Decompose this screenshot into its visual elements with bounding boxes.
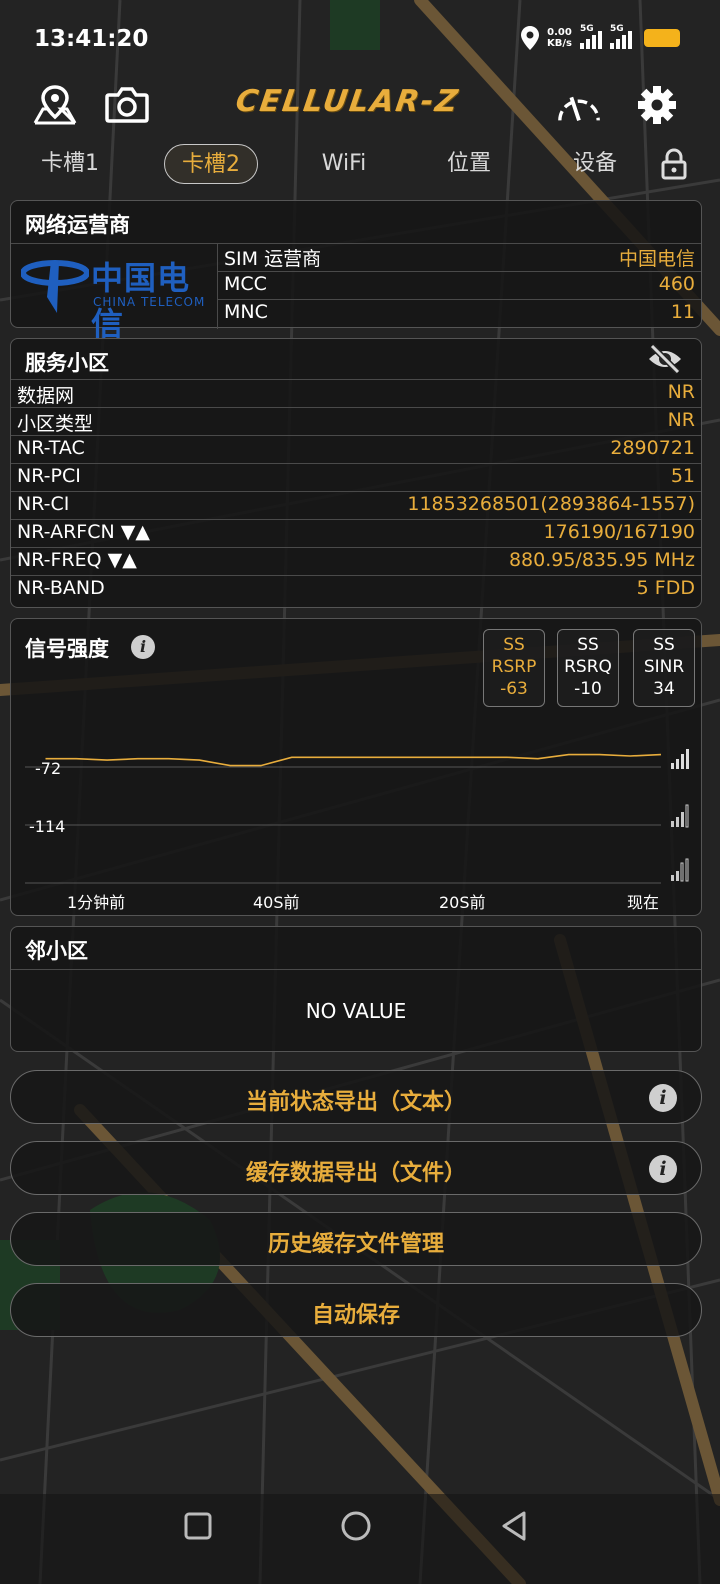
cell-row-nr-tac: NR-TAC 2890721 bbox=[11, 435, 701, 462]
serving-cell-title: 服务小区 bbox=[25, 351, 109, 375]
export-status-text-button[interactable]: 当前状态导出（文本） i bbox=[10, 1070, 702, 1124]
operator-row-mnc: MNC 11 bbox=[218, 299, 701, 326]
status-icons: 0.00 KB/s 5G 5G bbox=[521, 24, 680, 50]
signal-level-high-icon bbox=[671, 749, 689, 769]
auto-save-button[interactable]: 自动保存 bbox=[10, 1283, 702, 1337]
signal-card: 信号强度 i SS RSRP -63 SS RSRQ -10 SS SINR 3… bbox=[10, 618, 702, 916]
x-tick-label: 现在 bbox=[627, 893, 660, 912]
tab-sim1[interactable]: 卡槽1 bbox=[24, 144, 116, 184]
status-bar: 13:41:20 0.00 KB/s 5G 5G bbox=[0, 0, 720, 80]
operator-title: 网络运营商 bbox=[25, 213, 130, 237]
operator-card: 网络运营商 中国电信 CHINA TELECOM SIM 运营商 中国电信 MC… bbox=[10, 200, 702, 343]
x-tick-label: 40S前 bbox=[253, 893, 300, 912]
home-icon[interactable] bbox=[340, 1510, 372, 1542]
battery-icon bbox=[644, 29, 680, 47]
cell-row-nr-band: NR-BAND 5 FDD bbox=[11, 575, 701, 602]
tab-bar: 卡槽1 卡槽2 WiFi 位置 设备 bbox=[0, 138, 720, 188]
signal-level-icons bbox=[671, 749, 689, 882]
speedometer-icon[interactable] bbox=[556, 82, 602, 128]
neighbor-empty-text: NO VALUE bbox=[305, 999, 407, 1023]
x-tick-label: 1分钟前 bbox=[67, 893, 126, 912]
signal-chart bbox=[25, 749, 689, 884]
signal-level-mid-icon bbox=[671, 804, 689, 828]
operator-row-mcc: MCC 460 bbox=[218, 271, 701, 298]
y-tick-label: -114 bbox=[29, 817, 66, 836]
cell-row-cell-type: 小区类型 NR bbox=[11, 407, 701, 435]
export-status-info-icon[interactable]: i bbox=[649, 1084, 677, 1112]
export-cache-file-button[interactable]: 缓存数据导出（文件） i bbox=[10, 1141, 702, 1195]
cell-row-nr-arfcn[interactable]: NR-ARFCN ▼▲ 176190/167190 bbox=[11, 519, 701, 546]
lock-icon[interactable] bbox=[660, 148, 688, 180]
map-location-icon[interactable] bbox=[32, 82, 78, 128]
recent-apps-icon[interactable] bbox=[184, 1512, 212, 1540]
camera-icon[interactable] bbox=[104, 82, 150, 128]
cell-row-data-network: 数据网 NR bbox=[11, 379, 701, 407]
location-pin-icon bbox=[521, 26, 540, 50]
net-speed: 0.00 KB/s bbox=[547, 27, 572, 49]
eye-off-icon[interactable] bbox=[647, 343, 683, 375]
neighbor-card: 邻小区 NO VALUE bbox=[10, 926, 702, 1052]
back-icon[interactable] bbox=[500, 1510, 530, 1542]
toolbar: CELLULAR-Z bbox=[0, 80, 720, 136]
tab-wifi[interactable]: WiFi bbox=[300, 144, 388, 184]
china-telecom-logo: 中国电信 CHINA TELECOM bbox=[19, 249, 215, 343]
x-tick-label: 20S前 bbox=[439, 893, 486, 912]
history-cache-manage-button[interactable]: 历史缓存文件管理 bbox=[10, 1212, 702, 1266]
signal-bars-sim2-icon: 5G bbox=[610, 24, 632, 49]
tab-sim2[interactable]: 卡槽2 bbox=[164, 144, 258, 184]
neighbor-title: 邻小区 bbox=[25, 939, 88, 963]
telecom-emblem-icon bbox=[21, 260, 89, 313]
gear-icon[interactable] bbox=[634, 82, 680, 128]
cell-row-nr-freq[interactable]: NR-FREQ ▼▲ 880.95/835.95 MHz bbox=[11, 547, 701, 574]
system-nav-bar bbox=[0, 1494, 720, 1584]
y-tick-label: -72 bbox=[35, 759, 62, 778]
signal-level-low-icon bbox=[671, 858, 689, 882]
cell-row-nr-pci: NR-PCI 51 bbox=[11, 463, 701, 490]
tab-device[interactable]: 设备 bbox=[552, 144, 638, 184]
tab-location[interactable]: 位置 bbox=[426, 144, 512, 184]
operator-row-sim: SIM 运营商 中国电信 bbox=[224, 248, 695, 270]
rsrp-series-line bbox=[45, 753, 662, 767]
signal-bars-sim1-icon: 5G bbox=[580, 24, 602, 49]
cell-row-nr-ci: NR-CI 11853268501(2893864-1557) bbox=[11, 491, 701, 518]
export-cache-info-icon[interactable]: i bbox=[649, 1155, 677, 1183]
app-logo: CELLULAR-Z bbox=[233, 84, 462, 119]
status-time: 13:41:20 bbox=[34, 26, 149, 52]
serving-cell-card: 服务小区 数据网 NR 小区类型 NR NR-TAC 2890721 NR-PCI 51… bbox=[10, 338, 702, 608]
